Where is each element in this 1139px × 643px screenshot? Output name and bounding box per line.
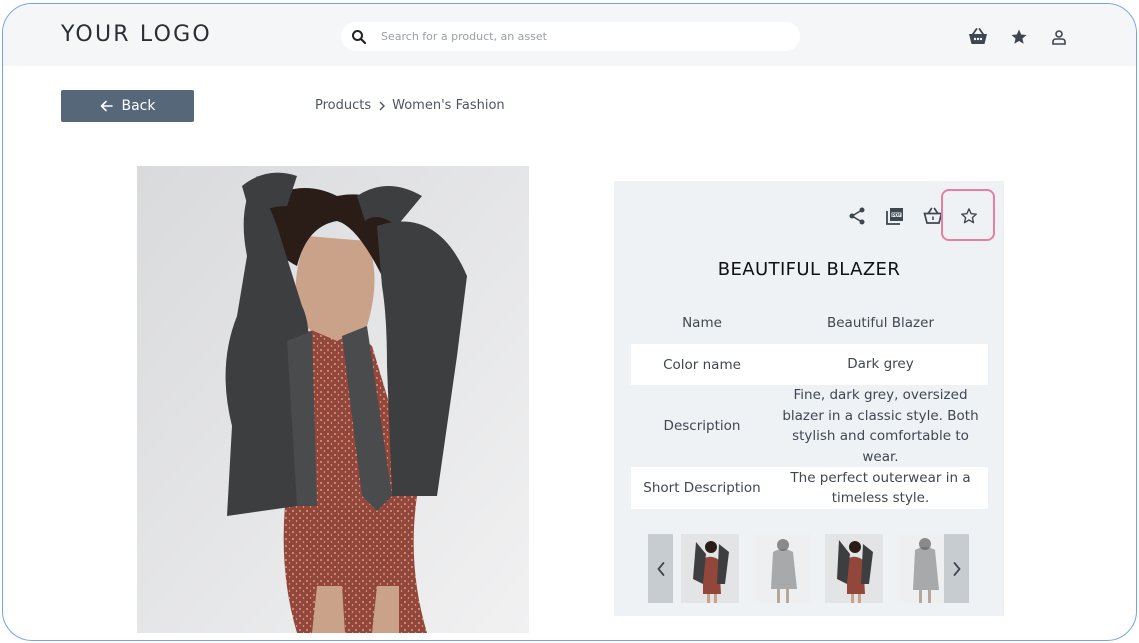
product-main-image: [137, 166, 529, 633]
search-bar[interactable]: [341, 22, 800, 51]
thumbnail[interactable]: [753, 534, 811, 603]
spec-value: Beautiful Blazer: [826, 314, 935, 331]
chevron-right-icon: [953, 561, 961, 576]
spec-key: Short Description: [643, 480, 761, 496]
breadcrumb-item-womens-fashion[interactable]: Women's Fashion: [392, 98, 505, 113]
spec-key: Description: [663, 418, 741, 434]
specs-table: Name Beautiful Blazer Color name Dark gr…: [631, 302, 988, 509]
spec-row-description: Description Fine, dark grey, oversized b…: [631, 385, 988, 467]
carousel-prev-button[interactable]: [648, 534, 673, 603]
breadcrumb-item-products[interactable]: Products: [315, 98, 371, 113]
product-title: BEAUTIFUL BLAZER: [717, 259, 901, 280]
spec-value: Fine, dark grey, oversized blazer in a c…: [782, 387, 979, 465]
spec-row-short-description: Short Description The perfect outerwear …: [631, 467, 988, 509]
star-outline-icon[interactable]: [956, 203, 982, 229]
app-window: YOUR LOGO Back Products Women's Fashion: [2, 3, 1137, 641]
pdf-icon[interactable]: PDF: [882, 203, 908, 229]
spec-row-color: Color name Dark grey: [631, 344, 988, 385]
carousel-next-button[interactable]: [944, 534, 969, 603]
basket-icon[interactable]: [967, 26, 989, 48]
chevron-left-icon: [656, 561, 664, 576]
product-details-panel: PDF BEAUTIFUL BLAZER Name Beautiful Blaz…: [614, 181, 1004, 616]
spec-value: Dark grey: [847, 356, 914, 373]
share-icon[interactable]: [844, 203, 870, 229]
logo[interactable]: YOUR LOGO: [61, 22, 212, 47]
back-button[interactable]: Back: [61, 90, 194, 122]
breadcrumb: Products Women's Fashion: [315, 98, 505, 113]
back-button-label: Back: [121, 98, 156, 114]
thumbnail[interactable]: [681, 534, 739, 603]
star-icon[interactable]: [1008, 26, 1030, 48]
user-icon[interactable]: [1048, 26, 1070, 48]
chevron-right-icon: [378, 101, 386, 111]
search-icon[interactable]: [351, 29, 367, 50]
search-input[interactable]: [381, 26, 781, 47]
top-header: YOUR LOGO: [3, 4, 1136, 66]
arrow-left-icon: [100, 100, 113, 112]
thumbnail[interactable]: [825, 534, 883, 603]
spec-row-name: Name Beautiful Blazer: [631, 302, 988, 344]
spec-key: Name: [682, 315, 722, 331]
thumbnail-carousel: [648, 534, 969, 603]
spec-key: Color name: [663, 356, 741, 373]
svg-text:PDF: PDF: [892, 212, 901, 217]
spec-value: The perfect outerwear in a timeless styl…: [790, 469, 971, 507]
